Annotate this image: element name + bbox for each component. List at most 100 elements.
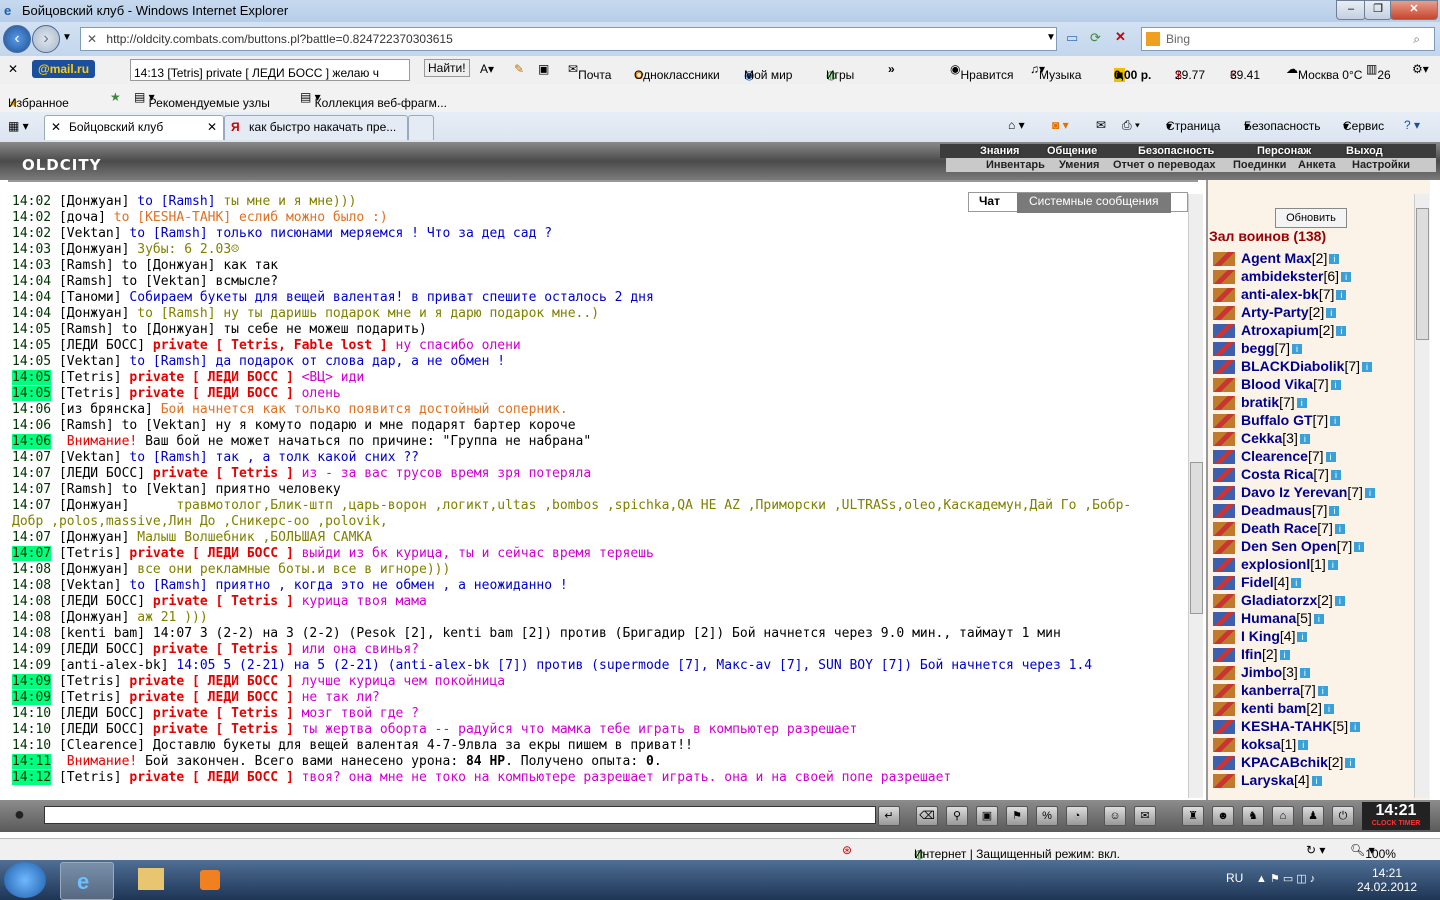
player-info-icon[interactable]: i <box>1362 362 1373 373</box>
player-info-icon[interactable]: i <box>1325 452 1336 463</box>
player-row[interactable]: kenti bam[2] i <box>1213 700 1334 717</box>
chat-timestamp[interactable]: 14:05 <box>12 354 51 369</box>
battle-status-icon[interactable] <box>1213 612 1235 627</box>
player-info-icon[interactable]: i <box>1291 578 1302 589</box>
player-name[interactable]: kanberra <box>1241 682 1300 698</box>
ie-taskbar-button[interactable]: e <box>60 862 114 900</box>
back-button[interactable]: ‹ <box>3 25 31 53</box>
player-name[interactable]: KPACABchik <box>1241 754 1328 770</box>
player-name[interactable]: Jimbo <box>1241 664 1282 680</box>
battle-status-icon[interactable] <box>1213 342 1235 357</box>
widget-music[interactable]: ♫ Музыка ▾ <box>1030 62 1081 82</box>
protected-mode-icon[interactable]: ↻ ▾ <box>1306 843 1325 857</box>
chat-nick[interactable]: [Tetris] <box>59 546 122 561</box>
chat-timestamp[interactable]: 14:07 <box>12 498 51 513</box>
battle-status-icon[interactable] <box>1213 630 1235 645</box>
group-icon[interactable]: ♟ <box>1302 806 1324 826</box>
player-info-icon[interactable]: i <box>1313 614 1324 625</box>
translit-icon[interactable]: ✉ <box>1134 806 1156 826</box>
player-row[interactable]: Death Race[7] i <box>1213 520 1345 537</box>
menu-profile[interactable]: Анкета <box>1298 159 1336 171</box>
chat-nick[interactable]: [Ramsh] <box>59 418 114 433</box>
quick-tabs-icon[interactable]: ▦ ▾ <box>8 119 29 133</box>
player-info-icon[interactable]: i <box>1330 470 1341 481</box>
more-chevron-icon[interactable]: » <box>888 62 895 76</box>
chat-nick[interactable]: [Донжуан] <box>59 562 129 577</box>
menu-exit[interactable]: Выход <box>1346 145 1383 157</box>
bag-icon[interactable]: ♜ <box>1182 806 1204 826</box>
compat-icon[interactable]: ▭ <box>1066 30 1078 46</box>
battle-status-icon[interactable] <box>1213 288 1235 303</box>
chat-nick[interactable]: [ЛЕДИ БОСС] <box>59 722 145 737</box>
chat-nick[interactable]: [Tetris] <box>59 386 122 401</box>
player-name[interactable]: koksa <box>1241 736 1281 752</box>
player-info-icon[interactable]: i <box>1327 560 1338 571</box>
chat-nick[interactable]: [Донжуан] <box>59 610 129 625</box>
player-row[interactable]: Davo Iz Yerevan[7] i <box>1213 484 1375 501</box>
chat-timestamp[interactable]: 14:12 <box>12 770 52 785</box>
battle-status-icon[interactable] <box>1213 738 1235 753</box>
filter-icon[interactable]: ⚲ <box>946 806 968 826</box>
battle-status-icon[interactable] <box>1213 504 1235 519</box>
refresh-icon[interactable]: ⟳ <box>1090 30 1101 46</box>
new-tab-button[interactable] <box>408 115 434 140</box>
player-name[interactable]: Davo Iz Yerevan <box>1241 484 1347 500</box>
player-row[interactable]: Ifin[2] i <box>1213 646 1290 663</box>
chat-timestamp[interactable]: 14:02 <box>12 226 51 241</box>
chat-nick[interactable]: [Vektan] <box>59 226 122 241</box>
chat-timestamp[interactable]: 14:04 <box>12 290 51 305</box>
chat-nick[interactable]: [ЛЕДИ БОСС] <box>59 466 145 481</box>
mail-search-field[interactable]: 14:13 [Tetris] private [ ЛЕДИ БОСС ] жел… <box>130 59 410 81</box>
percent-icon[interactable]: % <box>1036 806 1058 826</box>
player-info-icon[interactable]: i <box>1341 272 1352 283</box>
chat-nick[interactable]: [Vektan] <box>59 450 122 465</box>
player-row[interactable]: ambidekster[6] i <box>1213 268 1352 285</box>
chat-nick[interactable]: [Vektan] <box>59 578 122 593</box>
player-row[interactable]: BLACKDiabolik[7] i <box>1213 358 1373 375</box>
player-row[interactable]: anti-alex-bk[7] i <box>1213 286 1347 303</box>
player-info-icon[interactable]: i <box>1336 290 1347 301</box>
player-row[interactable]: Jimbo[3] i <box>1213 664 1310 681</box>
battle-status-icon[interactable] <box>1213 576 1235 591</box>
player-info-icon[interactable]: i <box>1279 650 1290 661</box>
private-tag[interactable]: private [ ЛЕДИ БОСС ] <box>122 674 293 689</box>
battle-status-icon[interactable] <box>1213 720 1235 735</box>
chat-timestamp[interactable]: 14:08 <box>12 626 51 641</box>
player-row[interactable]: I King[4] i <box>1213 628 1308 645</box>
widget-counter[interactable]: ▥ 26 <box>1366 62 1391 82</box>
chat-nick[interactable]: [из брянска] <box>59 402 153 417</box>
battle-status-icon[interactable] <box>1213 774 1235 789</box>
tools-menu[interactable]: Сервис ▾ <box>1343 119 1384 133</box>
player-name[interactable]: Ifin <box>1241 646 1262 662</box>
chat-scroll-thumb[interactable] <box>1190 462 1203 614</box>
chat-timestamp[interactable]: 14:04 <box>12 306 51 321</box>
chat-timestamp[interactable]: 14:06 <box>12 434 52 449</box>
tab-close-icon[interactable]: ✕ <box>207 120 217 134</box>
stop-icon[interactable]: ✕ <box>1115 29 1126 45</box>
mailru-logo[interactable]: @mail.ru <box>32 60 96 78</box>
feeds-icon[interactable]: ◙ ▾ <box>1052 118 1069 132</box>
fav-webslice-gallery[interactable]: ▤ Коллекция веб-фрагм... ▾ <box>300 90 447 110</box>
chat-timestamp[interactable]: 14:07 <box>12 482 51 497</box>
player-name[interactable]: begg <box>1241 340 1274 356</box>
chat-nick[interactable]: [kenti bam] <box>59 626 145 641</box>
chat-scrollbar[interactable] <box>1188 194 1203 798</box>
battle-status-icon[interactable] <box>1213 648 1235 663</box>
private-tag[interactable]: private [ Tetris, Fable lost ] <box>145 338 388 353</box>
chat-nick[interactable]: [ЛЕДИ БОСС] <box>59 642 145 657</box>
mail-icon[interactable]: ✉ <box>1096 118 1106 132</box>
battle-status-icon[interactable] <box>1213 324 1235 339</box>
close-button[interactable]: ✕ <box>1390 0 1438 20</box>
chat-nick[interactable]: [Таноми] <box>59 290 122 305</box>
toolbar-close-icon[interactable]: ✕ <box>8 62 18 76</box>
chat-nick[interactable]: [Ramsh] <box>59 322 114 337</box>
player-name[interactable]: Clearence <box>1241 448 1308 464</box>
chat-timestamp[interactable]: 14:03 <box>12 242 51 257</box>
chat-nick[interactable]: [Tetris] <box>59 770 122 785</box>
tray-clock[interactable]: 14:21 24.02.2012 <box>1350 866 1424 894</box>
player-row[interactable]: Humana[5] i <box>1213 610 1324 627</box>
save-icon[interactable]: ▣ <box>976 806 998 826</box>
private-tag[interactable]: private [ ЛЕДИ БОСС ] <box>122 690 293 705</box>
menu-character[interactable]: Персонаж <box>1257 145 1311 157</box>
menu-security[interactable]: Безопасность <box>1138 145 1214 157</box>
